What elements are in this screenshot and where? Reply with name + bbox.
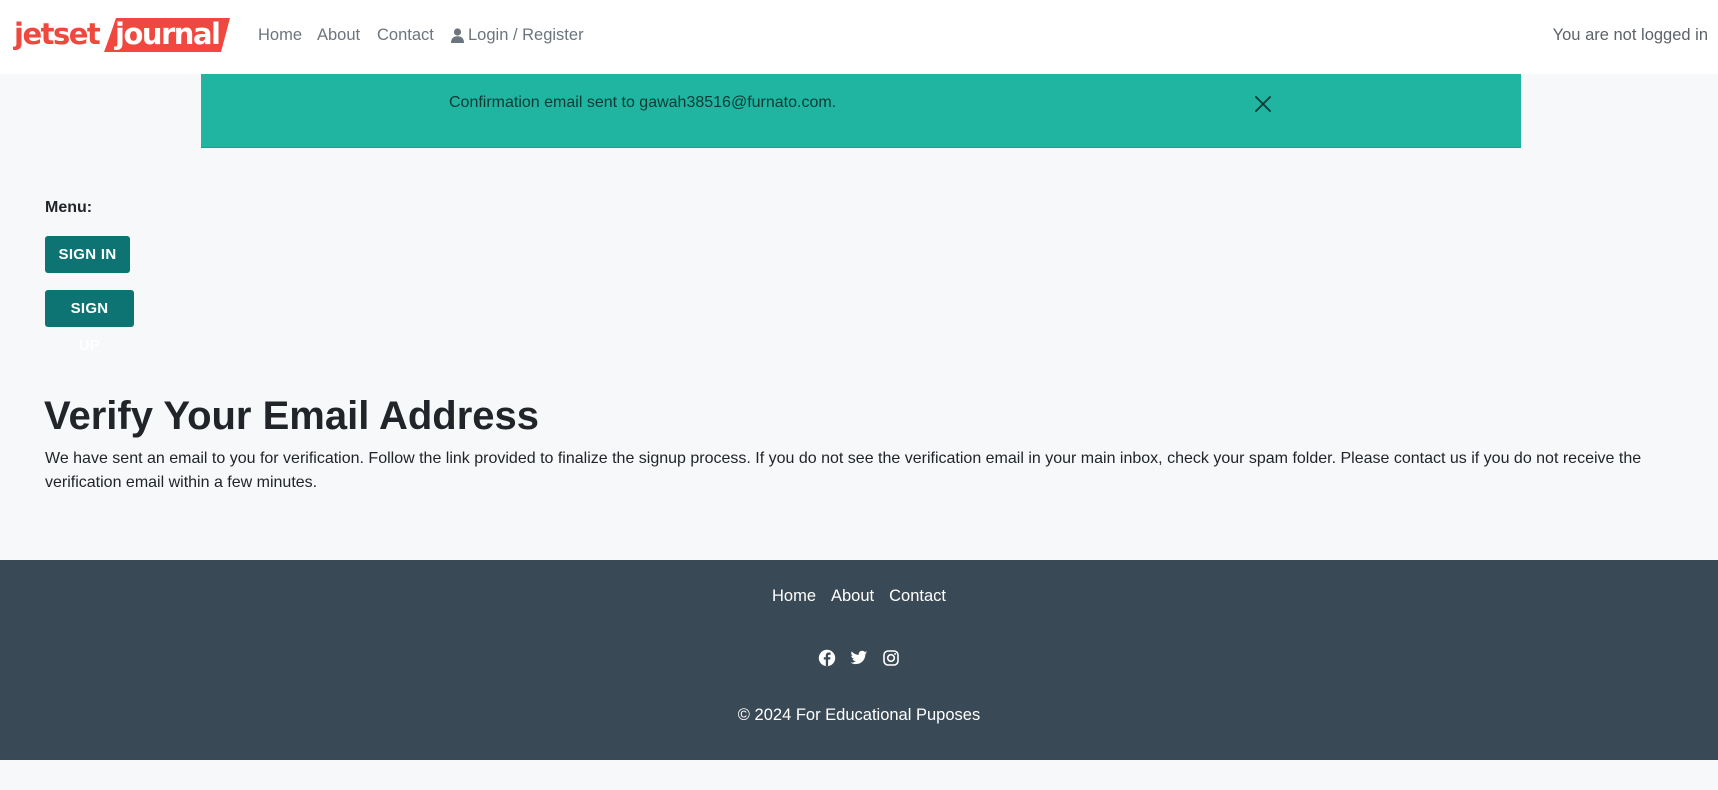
copyright-text: © 2024 For Educational Puposes	[737, 706, 981, 724]
nav-about-link[interactable]: About	[317, 24, 360, 46]
alert-message: Confirmation email sent to gawah38516@fu…	[449, 94, 837, 111]
nav-contact-link[interactable]: Contact	[377, 24, 434, 46]
footer-nav: Home About Contact	[0, 585, 1718, 607]
logo-text-journal: journal	[115, 17, 221, 51]
page-description: We have sent an email to you for verific…	[45, 450, 1642, 491]
user-icon	[451, 27, 464, 43]
brand-logo[interactable]: jetset journal	[12, 15, 232, 55]
footer: Home About Contact © 2024 For Educationa…	[0, 560, 1718, 760]
login-status-text: You are not logged in	[1552, 26, 1708, 44]
close-icon[interactable]	[1251, 92, 1275, 116]
page-title: Verify Your Email Address	[44, 394, 540, 438]
sign-up-button[interactable]: SIGN UP	[45, 290, 134, 354]
nav-home-link[interactable]: Home	[258, 24, 302, 46]
footer-about-link[interactable]: About	[831, 585, 874, 607]
facebook-icon[interactable]	[818, 649, 836, 667]
footer-contact-link[interactable]: Contact	[889, 585, 946, 607]
social-links	[0, 649, 1718, 667]
nav-login-link[interactable]: Login / Register	[451, 24, 584, 46]
logo-text-jetset: jetset	[14, 17, 101, 51]
menu-label: Menu:	[45, 199, 93, 216]
instagram-icon[interactable]	[882, 649, 900, 667]
nav-login-label: Login / Register	[468, 26, 584, 44]
sign-in-button[interactable]: SIGN IN	[45, 236, 130, 273]
confirmation-alert: Confirmation email sent to gawah38516@fu…	[201, 74, 1521, 148]
footer-home-link[interactable]: Home	[772, 585, 816, 607]
navbar: jetset journal Home About Contact Login …	[0, 0, 1718, 74]
twitter-icon[interactable]	[850, 649, 868, 667]
